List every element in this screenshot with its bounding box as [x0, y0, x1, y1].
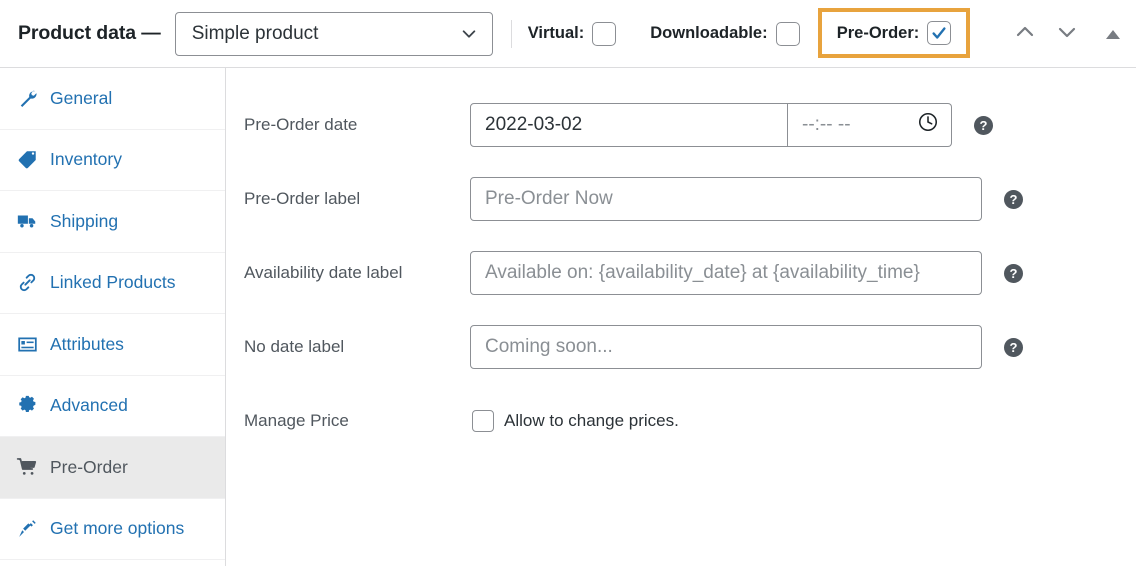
triangle-up-icon: [1106, 29, 1120, 39]
sidebar-item-advanced[interactable]: Advanced: [0, 376, 225, 437]
help-icon[interactable]: ?: [1004, 337, 1023, 357]
virtual-label: Virtual:: [527, 24, 585, 42]
sidebar-item-label: Pre-Order: [50, 456, 128, 477]
truck-icon: [14, 210, 40, 232]
preorder-date-label: Pre-Order date: [244, 115, 358, 134]
list-icon: [14, 334, 40, 355]
sidebar-item-label: Shipping: [50, 210, 119, 231]
preorder-label-input[interactable]: Pre-Order Now: [470, 177, 982, 221]
manage-price-checkbox-group[interactable]: Allow to change prices.: [470, 410, 679, 432]
chevron-down-icon: [460, 25, 478, 43]
panel-header: Product data — Simple product Virtual: D…: [0, 0, 1136, 68]
sidebar-item-get-more-options[interactable]: Get more options: [0, 499, 225, 560]
page-title: Product data —: [18, 22, 161, 44]
plug-icon: [14, 518, 40, 539]
field-row-no-date-label: No date label Coming soon... ?: [226, 310, 1136, 384]
virtual-checkbox-group[interactable]: Virtual:: [527, 21, 617, 46]
downloadable-checkbox[interactable]: [775, 21, 800, 46]
move-up-button[interactable]: [1010, 19, 1040, 49]
product-type-select[interactable]: Simple product: [174, 11, 493, 56]
sidebar-item-shipping[interactable]: Shipping: [0, 191, 225, 253]
help-icon[interactable]: ?: [974, 115, 993, 135]
help-icon[interactable]: ?: [1004, 263, 1023, 283]
allow-change-prices-label: Allow to change prices.: [504, 411, 679, 430]
downloadable-label: Downloadable:: [650, 24, 768, 42]
product-data-tabs: General Inventory Shipping Linked Produc…: [0, 68, 226, 566]
cart-icon: [14, 456, 40, 478]
help-icon[interactable]: ?: [1004, 189, 1023, 209]
field-row-preorder-date: Pre-Order date 2022-03-02 --:-- -- ?: [226, 88, 1136, 162]
manage-price-label: Manage Price: [244, 411, 349, 430]
panel-nav-buttons: [1010, 0, 1124, 68]
sidebar-item-label: Advanced: [50, 395, 128, 416]
virtual-checkbox[interactable]: [592, 21, 617, 46]
field-row-manage-price: Manage Price Allow to change prices.: [226, 384, 1136, 458]
availability-date-label-input[interactable]: Available on: {availability_date} at {av…: [470, 251, 982, 295]
field-row-preorder-label: Pre-Order label Pre-Order Now ?: [226, 162, 1136, 236]
allow-change-prices-checkbox[interactable]: [472, 410, 494, 432]
product-data-panel: Product data — Simple product Virtual: D…: [0, 0, 1136, 566]
sidebar-item-attributes[interactable]: Attributes: [0, 314, 225, 376]
gear-icon: [14, 395, 40, 416]
toggle-panel-button[interactable]: [1094, 19, 1124, 49]
no-date-label-input[interactable]: Coming soon...: [470, 325, 982, 369]
sidebar-item-inventory[interactable]: Inventory: [0, 130, 225, 191]
sidebar-item-general[interactable]: General: [0, 68, 225, 130]
no-date-label-label: No date label: [244, 337, 345, 356]
field-row-availability-date-label: Availability date label Available on: {a…: [226, 236, 1136, 310]
preorder-time-value: --:-- --: [802, 114, 851, 135]
panel-body: General Inventory Shipping Linked Produc…: [0, 68, 1136, 566]
preorder-label: Pre-Order:: [836, 23, 920, 42]
sidebar-item-label: Linked Products: [50, 272, 176, 293]
chevron-up-icon: [1013, 20, 1037, 49]
product-type-value: Simple product: [191, 22, 319, 44]
sidebar-item-label: General: [50, 87, 113, 108]
preorder-time-input[interactable]: --:-- --: [788, 103, 952, 147]
header-divider: [510, 19, 512, 48]
move-down-button[interactable]: [1052, 19, 1082, 49]
tag-icon: [14, 149, 40, 170]
sidebar-item-pre-order[interactable]: Pre-Order: [0, 437, 225, 499]
sidebar-item-label: Inventory: [50, 149, 122, 170]
sidebar-item-linked-products[interactable]: Linked Products: [0, 253, 225, 314]
clock-icon: [917, 111, 939, 139]
wrench-icon: [14, 88, 40, 109]
preorder-settings-form: Pre-Order date 2022-03-02 --:-- -- ? Pre…: [226, 68, 1136, 566]
preorder-date-input[interactable]: 2022-03-02: [470, 103, 788, 147]
downloadable-checkbox-group[interactable]: Downloadable:: [650, 21, 800, 46]
preorder-label-label: Pre-Order label: [244, 189, 361, 208]
link-icon: [14, 272, 40, 293]
chevron-down-icon: [1055, 20, 1079, 49]
sidebar-item-label: Get more options: [50, 518, 185, 539]
availability-date-label-label: Availability date label: [244, 263, 403, 282]
preorder-checkbox-group[interactable]: Pre-Order:: [837, 21, 952, 45]
sidebar-item-label: Attributes: [50, 333, 124, 354]
preorder-checkbox[interactable]: [927, 21, 952, 45]
preorder-highlight-box: Pre-Order:: [818, 8, 970, 58]
